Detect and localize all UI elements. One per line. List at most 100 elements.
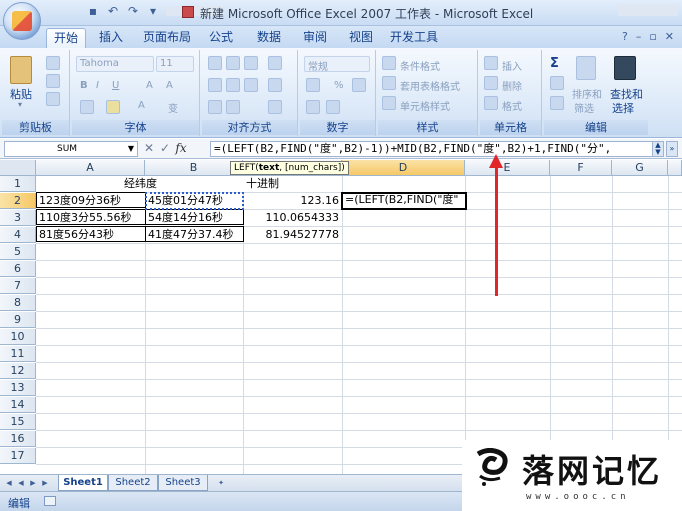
- row-header[interactable]: 1: [0, 176, 36, 192]
- conditional-format-icon[interactable]: [382, 56, 396, 70]
- help-icon[interactable]: ?: [622, 30, 628, 43]
- paste-dropdown-icon[interactable]: ▾: [18, 100, 22, 109]
- redo-icon[interactable]: ↷: [126, 4, 140, 18]
- row-header[interactable]: 16: [0, 431, 36, 447]
- binoculars-icon[interactable]: [614, 56, 636, 80]
- row-header[interactable]: 17: [0, 448, 36, 464]
- autosum-icon[interactable]: Σ: [550, 56, 559, 71]
- cell-c2[interactable]: 123.16: [243, 193, 342, 209]
- cell-c4[interactable]: 81.94527778: [243, 227, 342, 243]
- name-box[interactable]: SUM ▼: [4, 141, 138, 157]
- align-left-icon[interactable]: [208, 78, 222, 92]
- align-top-icon[interactable]: [208, 56, 222, 70]
- last-sheet-icon[interactable]: ▶: [40, 478, 50, 488]
- paste-icon[interactable]: [10, 56, 32, 84]
- align-right-icon[interactable]: [244, 78, 258, 92]
- fill-color-icon[interactable]: [106, 100, 120, 114]
- cell-a1-merged[interactable]: 经纬度: [37, 176, 244, 192]
- enter-formula-button[interactable]: ✓: [158, 141, 172, 155]
- cell-a4[interactable]: 81度56分43秒: [36, 226, 146, 242]
- row-header[interactable]: 15: [0, 414, 36, 430]
- save-icon[interactable]: ▪: [86, 4, 100, 18]
- format-painter-icon[interactable]: [46, 92, 60, 106]
- wrap-text-icon[interactable]: [268, 78, 282, 92]
- first-sheet-icon[interactable]: ◀: [4, 478, 14, 488]
- format-as-table-icon[interactable]: [382, 76, 396, 90]
- delete-cells-icon[interactable]: [484, 76, 498, 90]
- column-header-b[interactable]: B: [145, 160, 243, 176]
- row-header[interactable]: 10: [0, 329, 36, 345]
- merge-center-icon[interactable]: [268, 100, 282, 114]
- row-header[interactable]: 13: [0, 380, 36, 396]
- tab-sheet2[interactable]: Sheet2: [108, 475, 158, 491]
- tab-developer[interactable]: 开发工具: [390, 28, 438, 48]
- format-as-table-button[interactable]: 套用表格格式: [400, 78, 460, 93]
- cell-d2-editing[interactable]: =(LEFT(B2,FIND("度": [341, 192, 467, 210]
- filter-label[interactable]: 筛选: [574, 100, 594, 115]
- row-header[interactable]: 3: [0, 210, 36, 226]
- fill-icon[interactable]: [550, 76, 564, 90]
- tab-data[interactable]: 数据: [252, 28, 286, 48]
- office-button[interactable]: [3, 2, 41, 40]
- next-sheet-icon[interactable]: ▶: [28, 478, 38, 488]
- cell-c1[interactable]: 十进制: [246, 176, 342, 192]
- chevron-down-icon[interactable]: ▼: [128, 142, 134, 156]
- row-header[interactable]: 7: [0, 278, 36, 294]
- cancel-formula-button[interactable]: ✕: [142, 141, 156, 155]
- row-header[interactable]: 8: [0, 295, 36, 311]
- formula-input[interactable]: =(LEFT(B2,FIND("度",B2)-1))+MID(B2,FIND("…: [210, 141, 656, 157]
- cell-c3[interactable]: 110.0654333: [243, 210, 342, 226]
- underline-button[interactable]: U: [112, 80, 119, 91]
- formula-scroll-icon[interactable]: ▲ ▼: [652, 141, 664, 157]
- align-bottom-icon[interactable]: [244, 56, 258, 70]
- row-header[interactable]: 5: [0, 244, 36, 260]
- row-header[interactable]: 14: [0, 397, 36, 413]
- row-header[interactable]: 12: [0, 363, 36, 379]
- decrease-indent-icon[interactable]: [208, 100, 222, 114]
- comma-style-icon[interactable]: [352, 78, 366, 92]
- copy-icon[interactable]: [46, 74, 60, 88]
- cell-a2[interactable]: 123度09分36秒: [36, 192, 146, 208]
- tab-sheet1[interactable]: Sheet1: [58, 475, 108, 491]
- font-color-button[interactable]: A: [138, 100, 145, 111]
- grow-font-button[interactable]: A: [146, 80, 153, 91]
- insert-cells-icon[interactable]: [484, 56, 498, 70]
- tab-review[interactable]: 审阅: [298, 28, 332, 48]
- select-all-corner[interactable]: [0, 160, 36, 176]
- insert-sheet-icon[interactable]: ✦: [214, 478, 228, 488]
- row-header[interactable]: 11: [0, 346, 36, 362]
- cell-b4[interactable]: 41度47分37.4秒: [145, 226, 244, 242]
- cell-b3[interactable]: 54度14分16秒: [145, 209, 244, 225]
- tab-formulas[interactable]: 公式: [204, 28, 238, 48]
- close-icon[interactable]: ✕: [665, 30, 674, 43]
- column-header-f[interactable]: F: [550, 160, 612, 176]
- restore-icon[interactable]: ▫: [649, 30, 656, 43]
- delete-cells-button[interactable]: 删除: [502, 78, 522, 93]
- column-header-d[interactable]: D: [342, 160, 465, 176]
- tab-insert[interactable]: 插入: [94, 28, 128, 48]
- insert-cells-button[interactable]: 插入: [502, 58, 522, 73]
- decrease-decimal-icon[interactable]: [326, 100, 340, 114]
- worksheet-grid[interactable]: A B C D E F G 1 2 3 4 5 6 7 8 9 10 11 12…: [0, 160, 682, 474]
- cut-icon[interactable]: [46, 56, 60, 70]
- prev-sheet-icon[interactable]: ◀: [16, 478, 26, 488]
- expand-formula-bar-icon[interactable]: »: [666, 141, 678, 157]
- shrink-font-button[interactable]: A: [166, 80, 173, 91]
- align-center-icon[interactable]: [226, 78, 240, 92]
- column-header-a[interactable]: A: [36, 160, 145, 176]
- italic-button[interactable]: I: [96, 80, 99, 91]
- undo-icon[interactable]: ↶: [106, 4, 120, 18]
- increase-indent-icon[interactable]: [226, 100, 240, 114]
- column-header-g[interactable]: G: [612, 160, 668, 176]
- align-middle-icon[interactable]: [226, 56, 240, 70]
- row-header[interactable]: 9: [0, 312, 36, 328]
- cell-styles-icon[interactable]: [382, 96, 396, 110]
- sort-label[interactable]: 排序和: [572, 86, 602, 101]
- format-cells-button[interactable]: 格式: [502, 98, 522, 113]
- tab-view[interactable]: 视图: [344, 28, 378, 48]
- customize-qat-icon[interactable]: ▾: [146, 4, 160, 18]
- row-header[interactable]: 4: [0, 227, 36, 243]
- format-cells-icon[interactable]: [484, 96, 498, 110]
- minimize-icon[interactable]: –: [636, 30, 642, 43]
- insert-function-button[interactable]: fx: [174, 141, 188, 155]
